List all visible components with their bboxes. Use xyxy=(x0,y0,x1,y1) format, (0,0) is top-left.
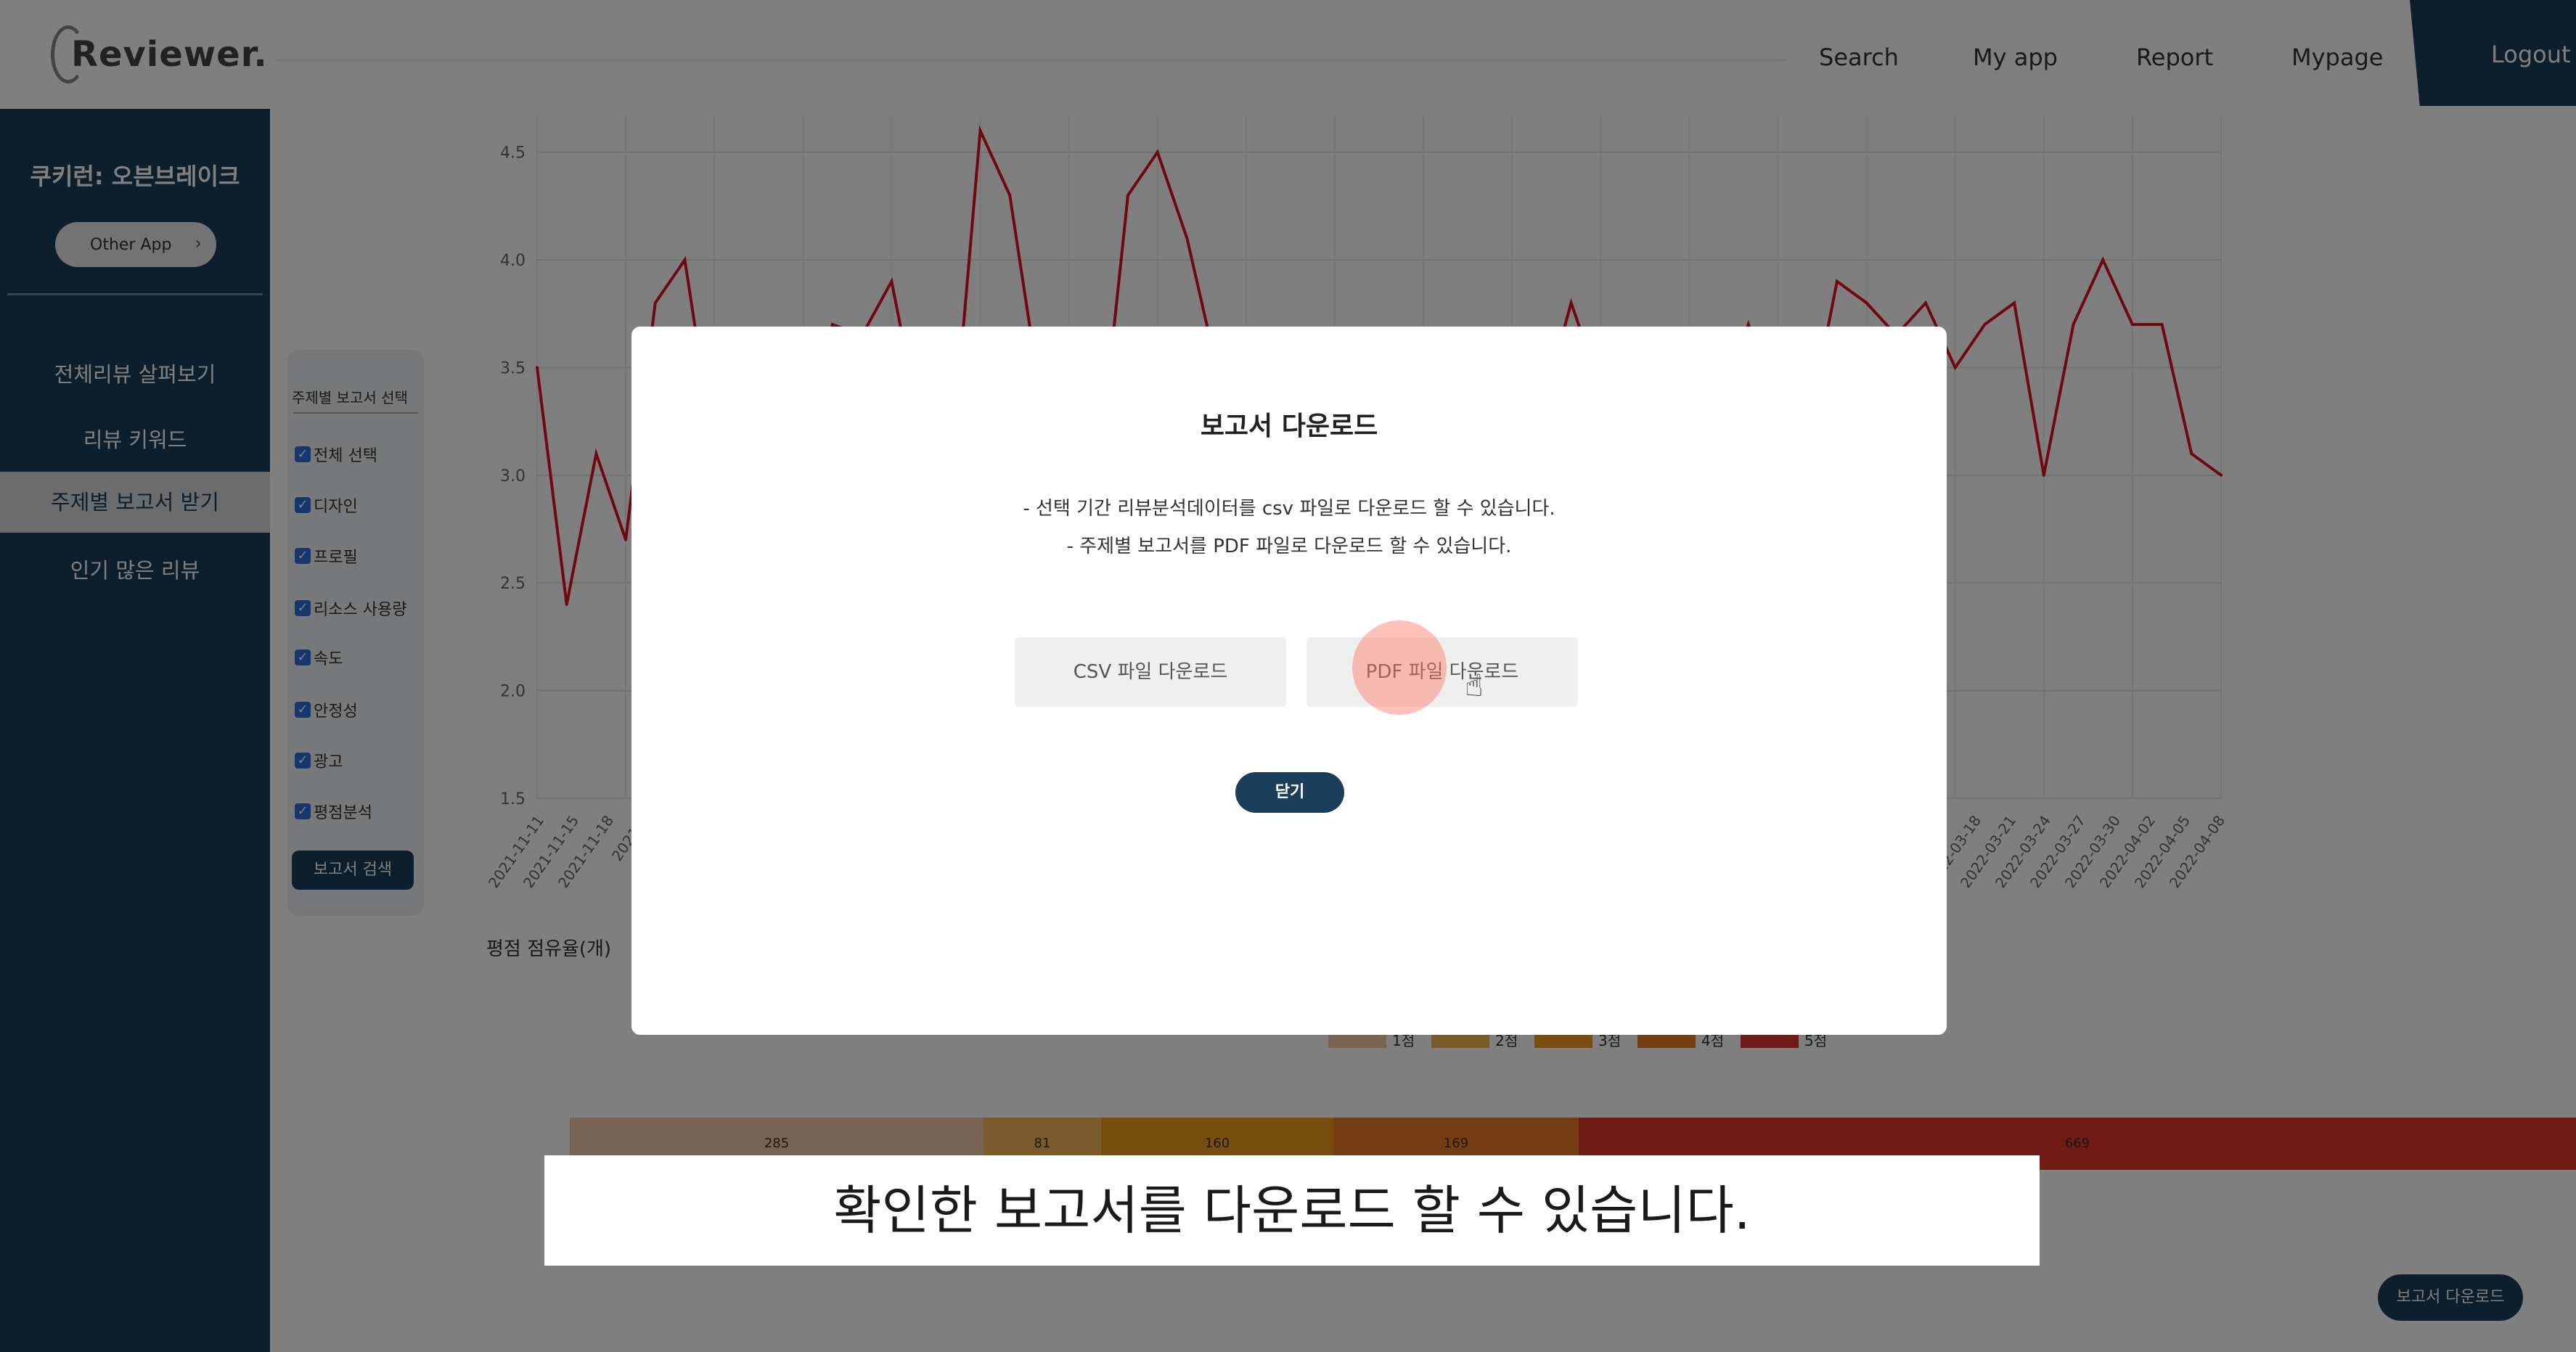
hand-cursor-icon: ☝ xyxy=(1465,668,1484,703)
modal-title: 보고서 다운로드 xyxy=(1200,411,1378,441)
modal-description-pdf: - 주제별 보고서를 PDF 파일로 다운로드 할 수 있습니다. xyxy=(1066,536,1512,557)
modal-description-csv: - 선택 기간 리뷰분석데이터를 csv 파일로 다운로드 할 수 있습니다. xyxy=(1023,498,1555,520)
click-highlight xyxy=(1352,620,1447,715)
report-download-modal: 보고서 다운로드 - 선택 기간 리뷰분석데이터를 csv 파일로 다운로드 할… xyxy=(631,327,1947,1035)
video-subtitle: 확인한 보고서를 다운로드 할 수 있습니다. xyxy=(544,1155,2040,1266)
csv-download-button[interactable]: CSV 파일 다운로드 xyxy=(1015,637,1286,707)
close-button[interactable]: 닫기 xyxy=(1235,772,1344,813)
